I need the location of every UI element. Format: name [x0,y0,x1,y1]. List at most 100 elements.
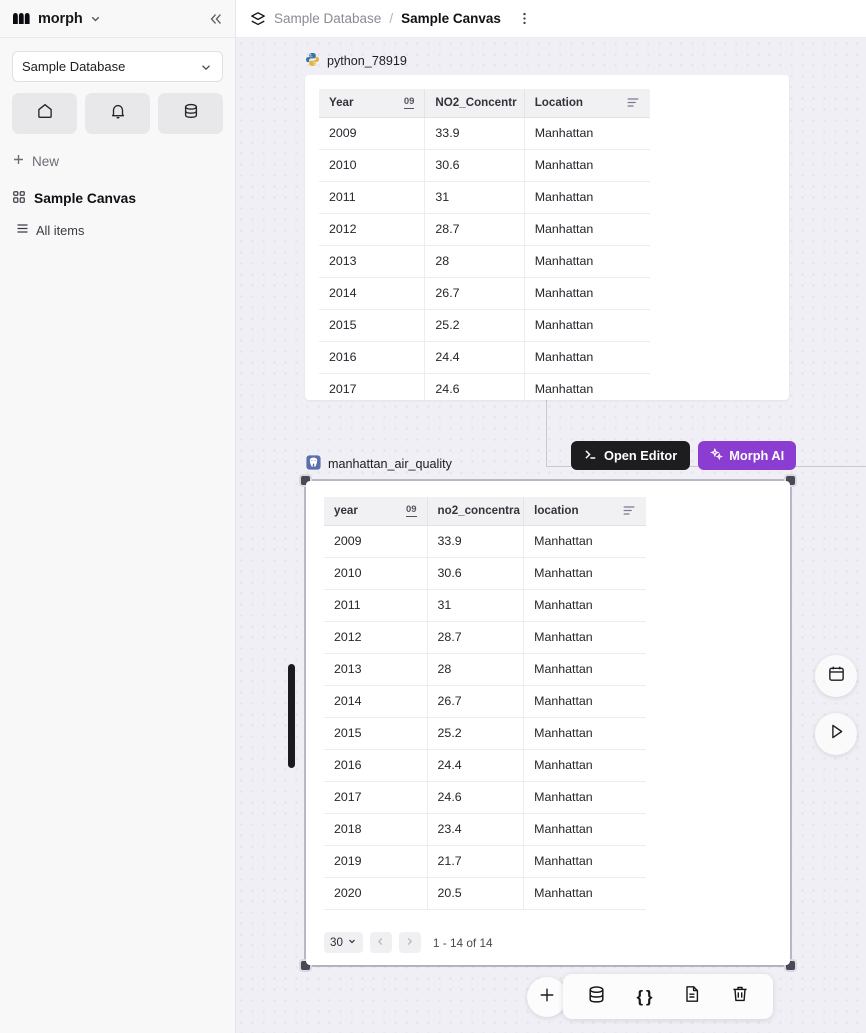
table-cell-no2[interactable]: 20.5 [427,877,525,910]
table-cell-no2[interactable]: 28.7 [427,621,525,654]
table-cell-year[interactable]: 2016 [319,341,426,374]
table-cell-year[interactable]: 2016 [324,749,428,782]
table-cell-location[interactable]: Manhattan [524,181,650,214]
morph-ai-button[interactable]: Morph AI [698,441,797,470]
column-header-year[interactable]: year 09 [324,497,428,526]
table-row[interactable]: 2015 25.2 Manhattan [319,309,650,342]
table-cell-year[interactable]: 2015 [324,717,428,750]
more-vertical-icon[interactable] [517,11,532,26]
table-cell-year[interactable]: 2009 [319,117,426,150]
table-row[interactable]: 2012 28.7 Manhattan [324,621,646,654]
node-label-postgres[interactable]: manhattan_air_quality [306,455,452,473]
open-editor-button[interactable]: Open Editor [571,441,691,470]
table-cell-year[interactable]: 2013 [319,245,426,278]
table-row[interactable]: 2020 20.5 Manhattan [324,877,646,910]
table-cell-year[interactable]: 2017 [319,373,426,400]
table-cell-year[interactable]: 2014 [319,277,426,310]
table-cell-year[interactable]: 2011 [319,181,426,214]
table-cell-location[interactable]: Manhattan [523,749,646,782]
chevron-down-icon[interactable] [89,12,102,25]
table-cell-location[interactable]: Manhattan [524,149,650,182]
table-cell-location[interactable]: Manhattan [524,117,650,150]
table-cell-year[interactable]: 2011 [324,589,428,622]
table-cell-no2[interactable]: 21.7 [427,845,525,878]
table-cell-location[interactable]: Manhattan [523,877,646,910]
canvas-board[interactable]: python_78919 Year 09 NO2_Concentr Locati… [236,38,866,1033]
table-row[interactable]: 2012 28.7 Manhattan [319,213,650,246]
table-cell-location[interactable]: Manhattan [524,341,650,374]
table-cell-no2[interactable]: 23.4 [427,813,525,846]
add-data-source-button[interactable] [581,982,611,1012]
table-cell-no2[interactable]: 24.4 [424,341,525,374]
table-cell-location[interactable]: Manhattan [523,781,646,814]
table-cell-year[interactable]: 2013 [324,653,428,686]
table-row[interactable]: 2017 24.6 Manhattan [319,373,650,400]
table-row[interactable]: 2009 33.9 Manhattan [324,525,646,558]
sidebar-home-button[interactable] [12,93,77,134]
table-row[interactable]: 2019 21.7 Manhattan [324,845,646,878]
column-header-location[interactable]: Location [524,89,650,118]
table-cell-year[interactable]: 2010 [319,149,426,182]
breadcrumb-parent[interactable]: Sample Database [274,11,381,26]
table-cell-location[interactable]: Manhattan [524,245,650,278]
table-row[interactable]: 2017 24.6 Manhattan [324,781,646,814]
table-cell-year[interactable]: 2009 [324,525,428,558]
table-cell-location[interactable]: Manhattan [523,845,646,878]
add-node-button[interactable] [527,977,567,1017]
table-cell-location[interactable]: Manhattan [523,653,646,686]
column-header-year[interactable]: Year 09 [319,89,426,118]
table-cell-year[interactable]: 2015 [319,309,426,342]
table-cell-location[interactable]: Manhattan [524,277,650,310]
table-row[interactable]: 2014 26.7 Manhattan [324,685,646,718]
run-button[interactable] [815,713,857,755]
delete-button[interactable] [725,982,755,1012]
table-cell-no2[interactable]: 28 [424,245,525,278]
chevrons-left-icon[interactable] [208,11,224,27]
table-cell-no2[interactable]: 30.6 [427,557,525,590]
table-row[interactable]: 2009 33.9 Manhattan [319,117,650,150]
table-row[interactable]: 2016 24.4 Manhattan [319,341,650,374]
schedule-button[interactable] [815,655,857,697]
table-cell-no2[interactable]: 28 [427,653,525,686]
table-cell-no2[interactable]: 28.7 [424,213,525,246]
table-cell-location[interactable]: Manhattan [523,813,646,846]
table-cell-location[interactable]: Manhattan [523,525,646,558]
table-cell-no2[interactable]: 24.4 [427,749,525,782]
page-size-selector[interactable]: 30 [324,932,363,953]
table-cell-no2[interactable]: 33.9 [424,117,525,150]
table-cell-location[interactable]: Manhattan [523,557,646,590]
table-row[interactable]: 2010 30.6 Manhattan [319,149,650,182]
sidebar-item-sample-canvas[interactable]: Sample Canvas [12,186,223,210]
table-cell-no2[interactable]: 25.2 [424,309,525,342]
table-cell-location[interactable]: Manhattan [523,621,646,654]
table-row[interactable]: 2018 23.4 Manhattan [324,813,646,846]
table-cell-no2[interactable]: 26.7 [427,685,525,718]
table-row[interactable]: 2014 26.7 Manhattan [319,277,650,310]
table-row[interactable]: 2016 24.4 Manhattan [324,749,646,782]
table-cell-no2[interactable]: 24.6 [424,373,525,400]
column-header-no2[interactable]: NO2_Concentr [424,89,525,118]
table-row[interactable]: 2010 30.6 Manhattan [324,557,646,590]
sidebar-notifications-button[interactable] [85,93,150,134]
table-container-2[interactable]: year 09 no2_concentra location 2009 33.9… [324,497,646,910]
table-cell-location[interactable]: Manhattan [524,309,650,342]
table-cell-location[interactable]: Manhattan [523,717,646,750]
table-row[interactable]: 2013 28 Manhattan [319,245,650,278]
table-cell-no2[interactable]: 26.7 [424,277,525,310]
new-button[interactable]: New [12,150,223,172]
table-cell-year[interactable]: 2019 [324,845,428,878]
table-cell-year[interactable]: 2017 [324,781,428,814]
table-row[interactable]: 2011 31 Manhattan [319,181,650,214]
widget-python-table[interactable]: Year 09 NO2_Concentr Location 2009 33.9 … [305,75,789,400]
table-cell-location[interactable]: Manhattan [523,589,646,622]
table-cell-year[interactable]: 2012 [324,621,428,654]
add-code-block-button[interactable]: { } [629,982,659,1012]
table-cell-year[interactable]: 2012 [319,213,426,246]
database-selector[interactable]: Sample Database [12,51,223,82]
column-header-no2[interactable]: no2_concentra [427,497,525,526]
canvas-scrollbar-thumb[interactable] [288,664,295,768]
table-cell-no2[interactable]: 31 [424,181,525,214]
table-menu-icon[interactable] [622,504,636,517]
next-page-button[interactable] [398,932,421,953]
sidebar-database-button[interactable] [158,93,223,134]
